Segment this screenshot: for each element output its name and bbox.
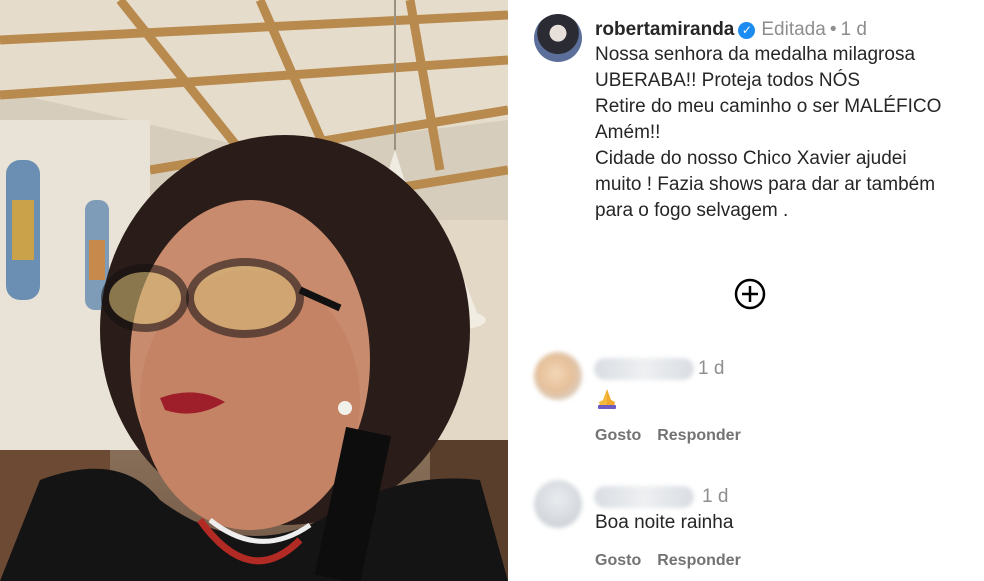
comment-time[interactable]: 1 d xyxy=(698,358,724,380)
folded-hands-icon xyxy=(598,389,616,409)
comment-actions: Gosto Responder xyxy=(595,552,757,570)
commenter-avatar[interactable] xyxy=(534,480,582,528)
reply-button[interactable]: Responder xyxy=(657,552,741,569)
like-button[interactable]: Gosto xyxy=(595,427,641,444)
caption-line: Nossa senhora da medalha milagrosa xyxy=(595,44,916,65)
username-link[interactable]: robertamiranda xyxy=(595,19,734,40)
caption-line: Retire do meu caminho o ser MALÉFICO xyxy=(595,96,942,117)
commenter-name-blurred[interactable] xyxy=(594,358,694,380)
caption-line: Cidade do nosso Chico Xavier ajudei xyxy=(595,148,907,169)
comment-time[interactable]: 1 d xyxy=(702,486,728,508)
caption-line: Amém!! xyxy=(595,122,661,143)
edited-label: Editada xyxy=(761,19,826,40)
avatar[interactable] xyxy=(534,14,582,62)
caption-line: muito ! Fazia shows para dar ar também xyxy=(595,174,936,195)
post-meta: robertamiranda ✓ Editada • 1 d xyxy=(595,18,980,42)
plus-circle-icon[interactable] xyxy=(734,278,766,310)
reply-button[interactable]: Responder xyxy=(657,427,741,444)
comment-text: Boa noite rainha xyxy=(595,512,734,533)
like-button[interactable]: Gosto xyxy=(595,552,641,569)
caption-line: UBERABA!! Proteja todos NÓS xyxy=(595,70,861,91)
caption-block: robertamiranda ✓ Editada • 1 d Nossa senhora… xyxy=(595,18,980,224)
caption-line: para o fogo selvagem . xyxy=(595,200,789,221)
verified-badge-icon: ✓ xyxy=(738,22,756,39)
post-panel: robertamiranda ✓ Editada • 1 d Nossa senhora… xyxy=(508,0,984,581)
commenter-name-blurred[interactable] xyxy=(594,486,694,508)
comment-actions: Gosto Responder xyxy=(595,427,757,445)
commenter-avatar[interactable] xyxy=(534,352,582,400)
post-photo[interactable] xyxy=(0,0,508,581)
post-time[interactable]: 1 d xyxy=(840,19,866,40)
photo-illustration xyxy=(0,0,508,581)
separator-dot: • xyxy=(829,19,837,40)
